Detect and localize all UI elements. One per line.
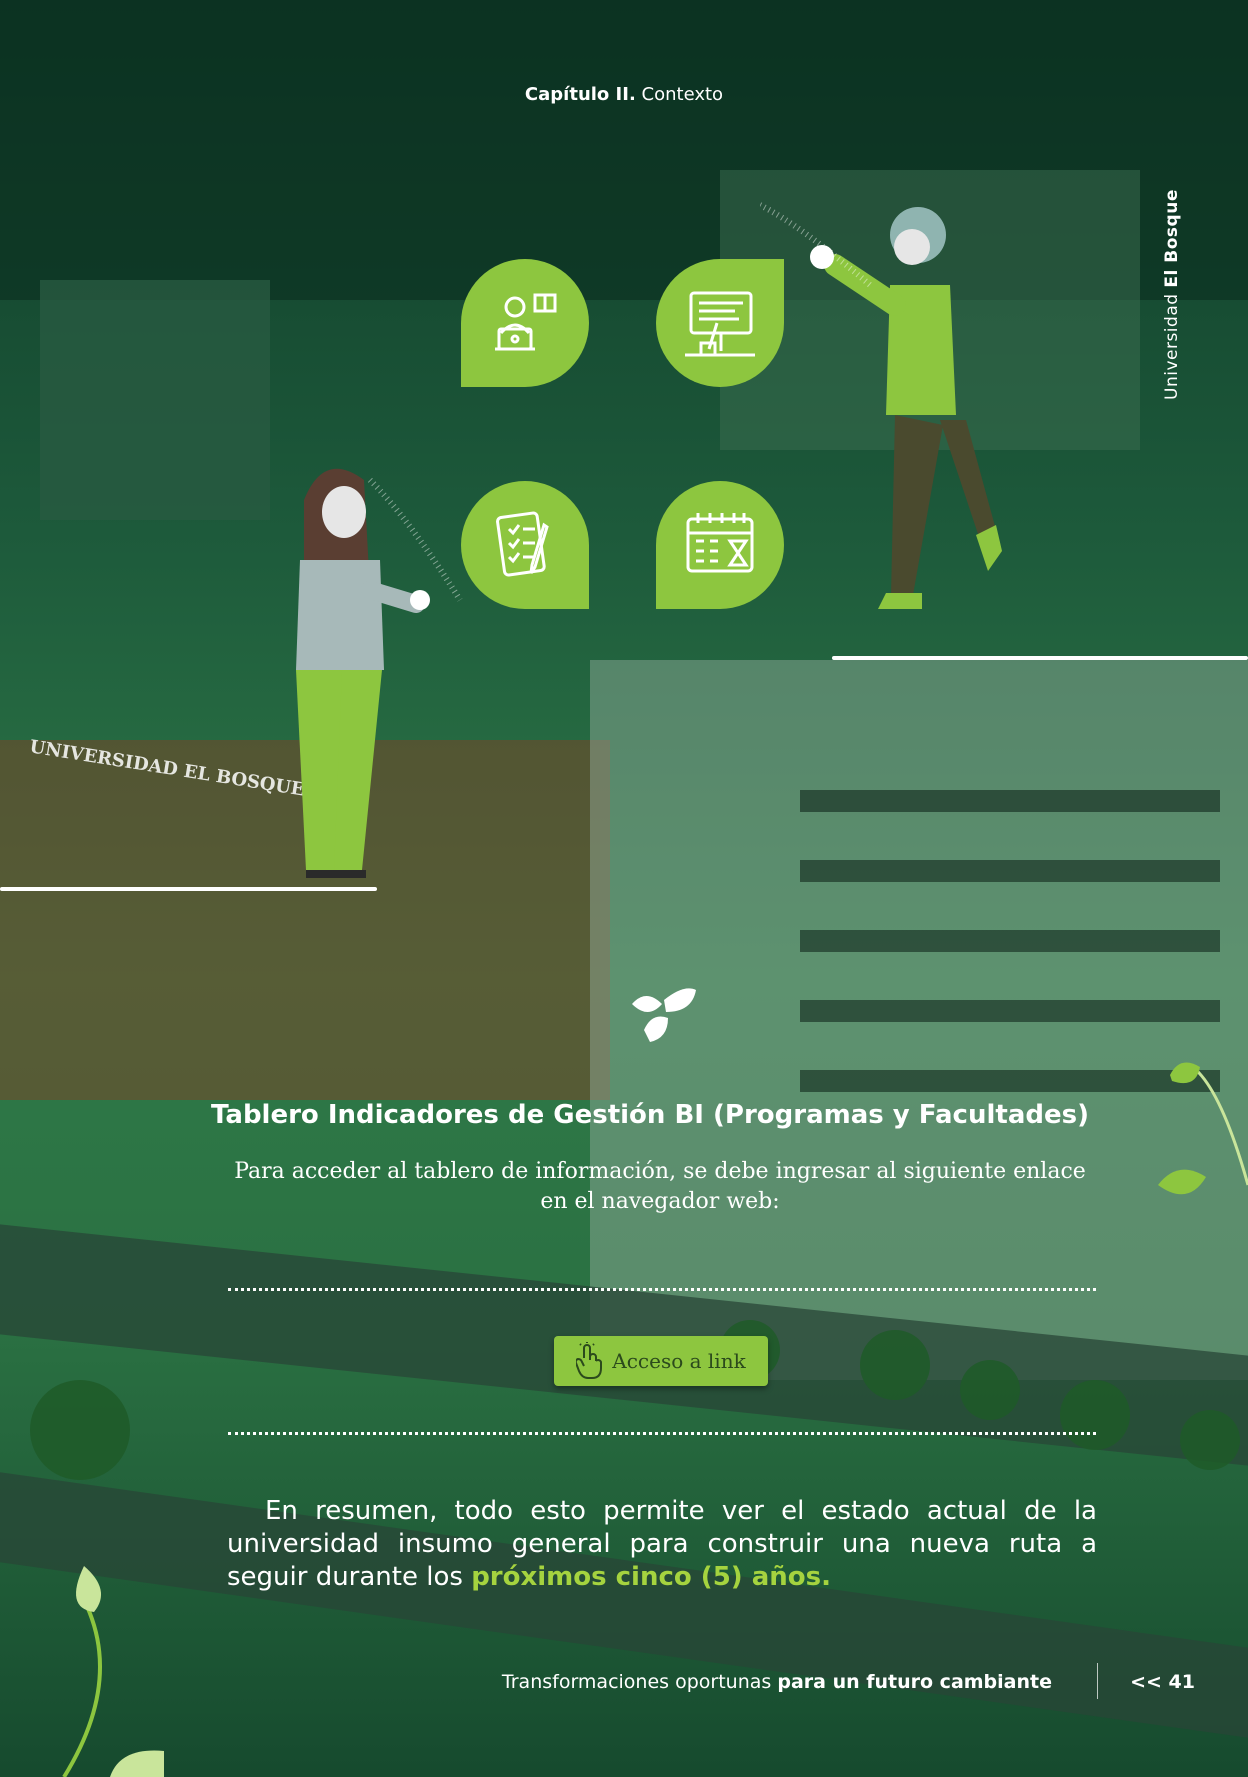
page-number: << 41 [1130, 1671, 1195, 1693]
checklist-icon [461, 481, 589, 609]
woman-illustration-left [296, 468, 463, 878]
footer-tagline-bold: para un futuro cambiante [777, 1671, 1052, 1693]
footer-tagline-regular: Transformaciones oportunas [501, 1671, 778, 1693]
chapter-number: Capítulo II. [524, 84, 636, 105]
section-description: Para acceder al tablero de información, … [234, 1159, 1086, 1214]
summary-paragraph: En resumen, todo esto permite ver el est… [227, 1495, 1097, 1594]
student-laptop-icon [461, 259, 589, 387]
footer-tagline: Transformaciones oportunas para un futur… [480, 1671, 1052, 1693]
access-link-button[interactable]: Acceso a link [554, 1336, 768, 1386]
side-label: Universidad El Bosque [1162, 189, 1190, 400]
chapter-title: Contexto [641, 84, 724, 105]
chapter-heading: Capítulo II. Contexto [0, 84, 1248, 105]
decorative-leaves-right [1158, 1062, 1248, 1195]
decorative-leaves-left [62, 1566, 164, 1777]
woman-illustration-right [760, 202, 1002, 609]
side-label-bold: El Bosque [1162, 189, 1182, 288]
summary-highlight: próximos cinco (5) años. [471, 1562, 831, 1592]
section-title: Tablero Indicadores de Gestión BI (Progr… [211, 1100, 1089, 1130]
footer-separator [1097, 1663, 1098, 1699]
hand-pointer-icon [576, 1342, 603, 1379]
access-link-label: Acceso a link [612, 1349, 746, 1373]
dotted-divider-bottom [228, 1432, 1096, 1435]
ground-line-right [832, 656, 1248, 660]
dotted-divider-top [228, 1288, 1096, 1291]
leaf-logo-icon [632, 988, 696, 1042]
ground-line-left [0, 887, 377, 891]
side-label-regular: Universidad [1162, 293, 1182, 400]
